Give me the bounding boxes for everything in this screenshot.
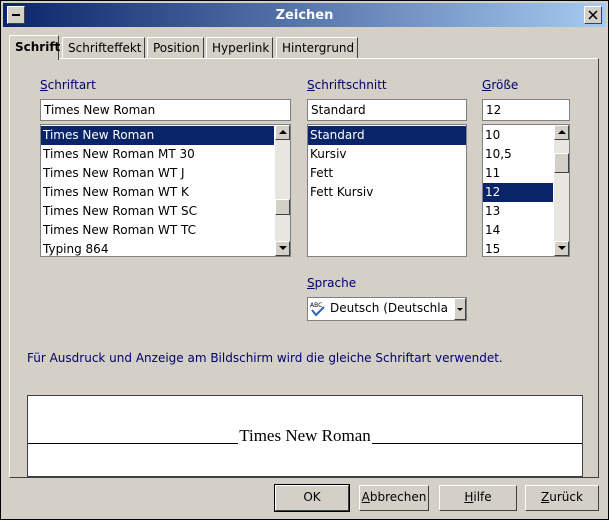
close-icon[interactable] [584, 6, 602, 24]
tab-schrift[interactable]: Schrift [9, 35, 60, 60]
style-input[interactable]: Standard [307, 99, 467, 121]
tab-schrifteffekt[interactable]: Schrifteffekt [62, 37, 145, 59]
title-bar[interactable]: Zeichen [3, 3, 606, 27]
ok-button[interactable]: OK [274, 484, 350, 512]
size-list-item[interactable]: 15 [483, 240, 553, 256]
scroll-up-icon[interactable] [554, 125, 569, 140]
dialog-window: Zeichen Schrift Schrifteffekt Position H… [0, 0, 609, 520]
size-list-item[interactable]: 11 [483, 164, 553, 183]
size-list-item[interactable]: 12 [483, 183, 553, 202]
chevron-down-icon[interactable] [454, 298, 466, 320]
style-label: Schriftschnitt [307, 78, 387, 92]
style-list-item[interactable]: Fett Kursiv [308, 183, 466, 202]
language-value: Deutsch (Deutschland) [330, 301, 448, 315]
size-input[interactable]: 12 [482, 99, 570, 121]
help-button[interactable]: Hilfe [439, 485, 517, 511]
font-list-item[interactable]: Times New Roman [41, 126, 274, 145]
font-list-item[interactable]: Times New Roman WT K [41, 183, 274, 202]
font-list-item[interactable]: Typing 864 [41, 240, 274, 256]
scroll-down-icon[interactable] [554, 241, 569, 256]
tab-hyperlink[interactable]: Hyperlink [206, 37, 273, 59]
size-label: Größe [482, 78, 519, 92]
size-list-item[interactable]: 14 [483, 221, 553, 240]
size-list-scrollbar[interactable] [554, 125, 569, 256]
style-list-item[interactable]: Kursiv [308, 145, 466, 164]
info-text: Für Ausdruck und Anzeige am Bildschirm w… [27, 351, 503, 365]
style-list[interactable]: Standard Kursiv Fett Fett Kursiv [307, 124, 467, 257]
tab-hintergrund[interactable]: Hintergrund [276, 37, 358, 59]
style-list-item[interactable]: Standard [308, 126, 466, 145]
font-list[interactable]: Times New Roman Times New Roman MT 30 Time… [40, 124, 291, 257]
svg-text:ABC: ABC [310, 302, 322, 309]
minimize-glyph [12, 14, 20, 16]
scroll-thumb[interactable] [275, 199, 290, 215]
reset-button[interactable]: Zurück [525, 485, 599, 511]
size-list[interactable]: 10 10,5 11 12 13 14 15 [482, 124, 570, 257]
language-select[interactable]: ABC Deutsch (Deutschland) [307, 297, 467, 321]
scroll-thumb[interactable] [554, 153, 569, 173]
tab-position[interactable]: Position [147, 37, 204, 59]
font-list-item[interactable]: Times New Roman MT 30 [41, 145, 274, 164]
window-title: Zeichen [275, 7, 334, 23]
spellcheck-icon: ABC [310, 302, 325, 317]
scroll-up-icon[interactable] [275, 125, 290, 140]
font-list-item[interactable]: Times New Roman WT J [41, 164, 274, 183]
font-list-item[interactable]: Times New Roman WT SC [41, 202, 274, 221]
font-label: Schriftart [40, 78, 96, 92]
font-input[interactable]: Times New Roman [40, 99, 291, 121]
style-list-item[interactable]: Fett [308, 164, 466, 183]
preview-text: Times New Roman [238, 426, 372, 445]
font-preview: Times New Roman [27, 395, 583, 477]
language-label: Sprache [307, 276, 357, 290]
scroll-down-icon[interactable] [275, 241, 290, 256]
size-list-item[interactable]: 10,5 [483, 145, 553, 164]
size-list-item[interactable]: 10 [483, 126, 553, 145]
font-list-scrollbar[interactable] [275, 125, 290, 256]
cancel-button[interactable]: Abbrechen [359, 485, 429, 511]
size-list-item[interactable]: 13 [483, 202, 553, 221]
font-list-item[interactable]: Times New Roman WT TC [41, 221, 274, 240]
window-menu-icon[interactable] [7, 6, 25, 24]
